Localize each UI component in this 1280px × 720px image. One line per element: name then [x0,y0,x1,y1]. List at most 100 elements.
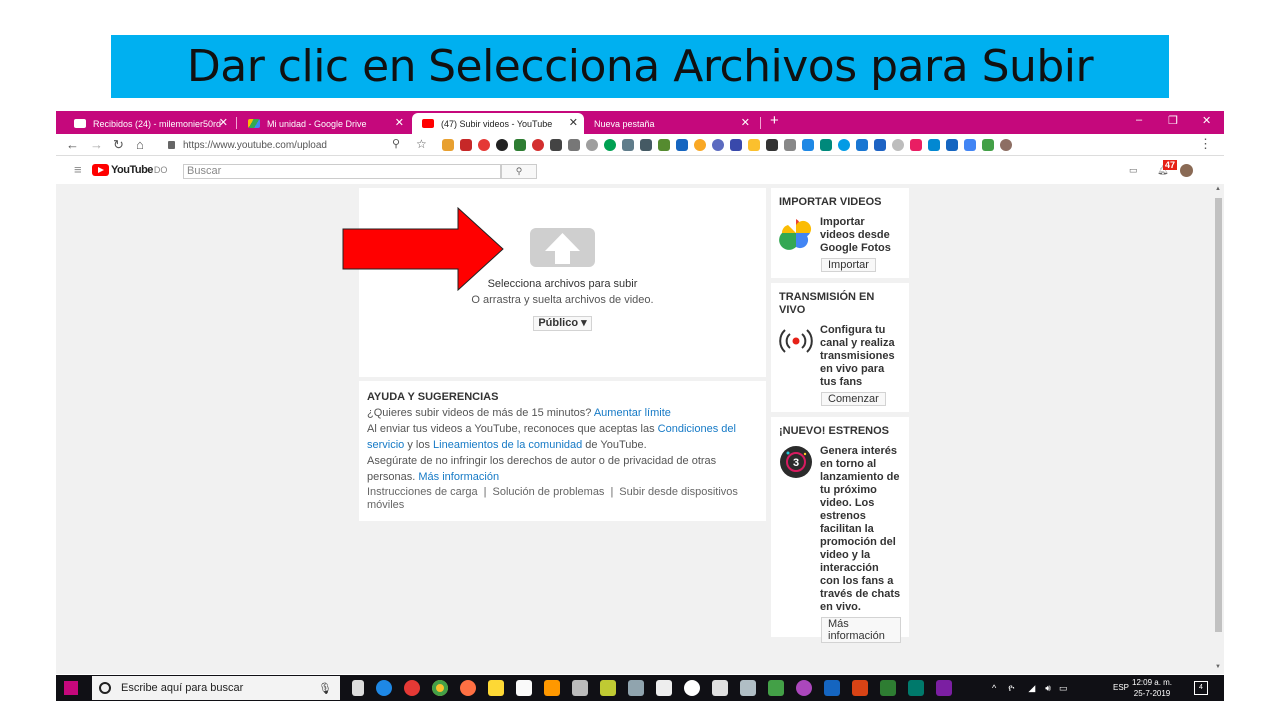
chrome-icon[interactable] [432,680,448,696]
extension-icon[interactable] [622,139,634,151]
app-icon[interactable] [628,680,644,696]
extension-icon[interactable] [982,139,994,151]
scroll-down-icon[interactable]: ▼ [1215,664,1221,670]
extension-icon[interactable] [514,139,526,151]
youtube-logo[interactable]: YouTube DO [92,164,167,176]
edge-icon[interactable] [376,680,392,696]
forward-arrow-icon[interactable]: → [90,137,103,152]
search-input[interactable]: Buscar [183,164,501,179]
tab-youtube[interactable]: (47) Subir videos - YouTube ✕ [412,113,584,134]
taskbar-search[interactable]: Escribe aquí para buscar 🎙︎ [92,676,340,700]
excel-icon[interactable] [880,680,896,696]
opera-icon[interactable] [404,680,420,696]
tab-gmail[interactable]: Recibidos (24) - milemonier50rd ✕ [64,113,234,134]
extension-icon[interactable] [802,139,814,151]
language-indicator[interactable]: ESP [1113,683,1129,692]
dropbox-icon[interactable] [874,139,886,151]
upload-instructions-link[interactable]: Instrucciones de carga [367,486,478,498]
extension-icon[interactable] [676,139,688,151]
upload-video-icon[interactable]: ▭ [1129,165,1138,176]
microphone-icon[interactable]: 🎙︎ [318,682,332,695]
extension-icon[interactable] [910,139,922,151]
extension-icon[interactable] [766,139,778,151]
extension-icon[interactable] [964,139,976,151]
scroll-thumb[interactable] [1215,198,1222,632]
extension-icon[interactable] [838,139,850,151]
search-button[interactable]: ⚲ [501,164,537,179]
tab-drive[interactable]: Mi unidad - Google Drive ✕ [238,113,410,134]
zoom-icon[interactable]: ⚲ [392,137,400,150]
extension-icon[interactable] [658,139,670,151]
calculator-icon[interactable] [712,680,728,696]
maximize-button[interactable]: ❐ [1168,114,1178,127]
close-icon[interactable]: ✕ [741,116,750,129]
network-icon[interactable]: ◢ [1028,683,1035,694]
new-tab-button[interactable]: + [770,112,779,129]
extension-icon[interactable] [478,139,490,151]
close-icon[interactable]: ✕ [569,116,578,129]
powerpoint-icon[interactable] [852,680,868,696]
extension-icon[interactable] [550,139,562,151]
import-button[interactable]: Importar [821,258,876,272]
menu-icon[interactable]: ≡ [74,162,82,177]
task-view-icon[interactable] [352,680,364,696]
windows-start-icon[interactable] [64,681,78,695]
community-guidelines-link[interactable]: Lineamientos de la comunidad [433,439,582,451]
volume-icon[interactable]: 🔊︎ [1045,683,1051,694]
extension-icon[interactable] [712,139,724,151]
taskbar-clock[interactable]: 12:09 a. m. 25-7-2019 [1132,677,1172,699]
scroll-up-icon[interactable]: ▲ [1215,186,1221,192]
extension-icon[interactable] [586,139,598,151]
vertical-scrollbar[interactable]: ▲ ▼ [1213,184,1224,674]
app-icon[interactable] [684,680,700,696]
extension-icon[interactable] [442,139,454,151]
extension-icon[interactable] [856,139,868,151]
reload-icon[interactable]: ↻ [113,137,124,153]
extension-icon[interactable] [694,139,706,151]
extension-icon[interactable] [820,139,832,151]
app-icon[interactable] [796,680,812,696]
media-player-icon[interactable] [572,680,588,696]
app-icon[interactable] [600,680,616,696]
camera-icon[interactable] [656,680,672,696]
privacy-dropdown[interactable]: Público ▾ [533,316,592,331]
upload-cloud-icon[interactable] [530,228,595,267]
extension-icon[interactable] [946,139,958,151]
people-icon[interactable]: ዮ [1008,683,1014,694]
extension-icon[interactable] [568,139,580,151]
close-icon[interactable]: ✕ [219,116,228,129]
word-icon[interactable] [824,680,840,696]
profile-icon[interactable] [1000,139,1012,151]
minimize-button[interactable]: – [1136,114,1142,126]
extension-icon[interactable] [496,139,508,151]
extension-icon[interactable] [748,139,760,151]
tab-new[interactable]: Nueva pestaña ✕ [584,113,756,134]
start-live-button[interactable]: Comenzar [821,392,886,406]
back-arrow-icon[interactable]: ← [66,137,79,152]
onenote-icon[interactable] [936,680,952,696]
close-icon[interactable]: ✕ [395,116,404,129]
increase-limit-link[interactable]: Aumentar límite [594,407,671,419]
extension-icon[interactable] [460,139,472,151]
app-icon[interactable] [740,680,756,696]
battery-icon[interactable]: ▭ [1059,683,1068,694]
store-icon[interactable] [516,680,532,696]
file-explorer-icon[interactable] [488,680,504,696]
extension-icon[interactable] [604,139,616,151]
home-icon[interactable]: ⌂ [136,137,144,152]
publisher-icon[interactable] [908,680,924,696]
extension-icon[interactable] [730,139,742,151]
troubleshooting-link[interactable]: Solución de problemas [493,486,605,498]
bookmark-star-icon[interactable]: ☆ [416,137,427,151]
extension-icon[interactable] [784,139,796,151]
more-info-link[interactable]: Más información [418,471,499,483]
app-icon[interactable] [768,680,784,696]
more-menu-icon[interactable]: ⋮ [1199,136,1212,152]
url-field[interactable]: https://www.youtube.com/upload [168,137,415,153]
tray-chevron-icon[interactable]: ^ [992,683,996,693]
vlc-icon[interactable] [544,680,560,696]
action-center-icon[interactable]: 4 [1194,681,1208,695]
extension-icon[interactable] [928,139,940,151]
extension-icon[interactable] [640,139,652,151]
pinterest-icon[interactable] [532,139,544,151]
